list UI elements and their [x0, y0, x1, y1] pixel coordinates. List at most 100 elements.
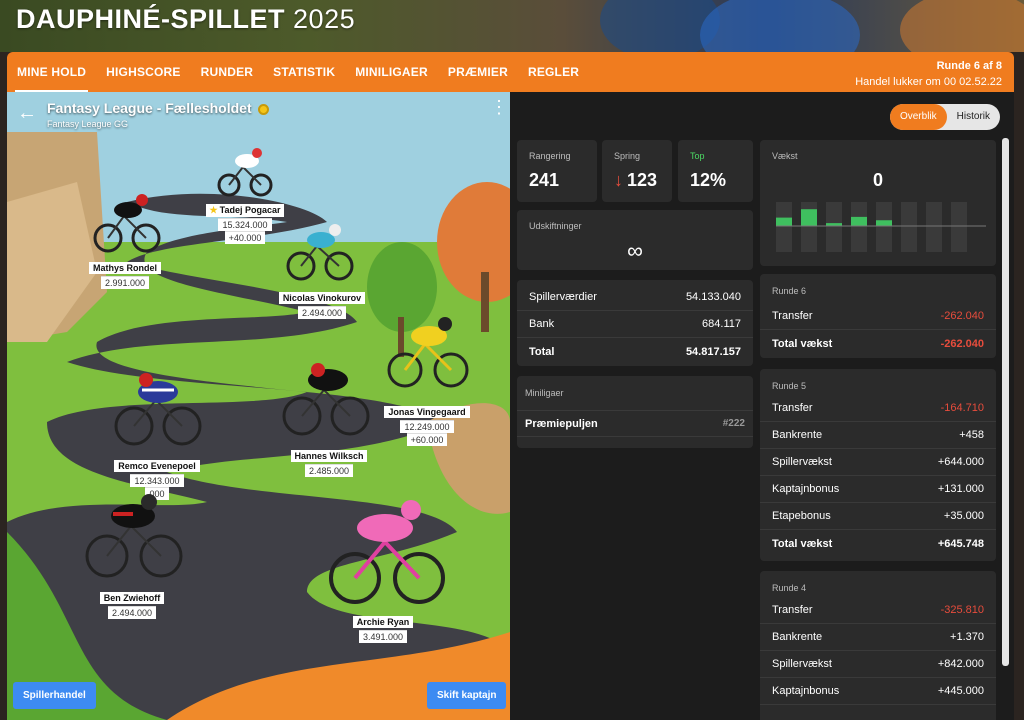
nav-regler[interactable]: REGLER	[518, 65, 589, 92]
rider-value: 2.485.000	[304, 464, 354, 477]
growth-bar-slot	[901, 202, 917, 252]
captain-star-icon: ★	[209, 205, 218, 215]
rider-value: 2.991.000	[100, 276, 150, 289]
rider-label-rondel: Mathys Rondel 2.991.000	[75, 258, 175, 289]
growth-bar	[776, 217, 792, 226]
rider-evenepoel-icon[interactable]	[112, 368, 204, 448]
round-row: Spillervækst +644.000	[760, 449, 996, 476]
round-row: Kaptajnbonus +445.000	[760, 678, 996, 705]
round-row: Spillervækst +842.000	[760, 651, 996, 678]
round-card-4: Runde 4 Transfer -325.810 Bankrente +1.370…	[760, 571, 996, 720]
scrollbar[interactable]	[1002, 138, 1009, 666]
round-title: Runde 5	[772, 381, 807, 391]
rider-value: 2.494.000	[107, 606, 157, 619]
rider-value: 12.343.000	[130, 474, 184, 487]
round-row: Bankrente +1.370	[760, 624, 996, 651]
growth-value: 0	[872, 170, 883, 190]
jump-label: Spring	[614, 151, 641, 161]
jump-value-wrap: ↓ 123	[614, 170, 657, 191]
growth-bar	[851, 216, 867, 226]
rank-card: Rangering 241	[517, 140, 597, 202]
toggle-overview[interactable]: Overblik	[889, 104, 947, 130]
growth-card: Vækst 0	[760, 140, 996, 266]
round-card-5: Runde 5 Transfer -164.710 Bankrente +458 S…	[760, 369, 996, 561]
overview-panel: Overblik Historik Rangering 241 Spring ↓…	[510, 92, 1014, 720]
nav-praemier[interactable]: PRÆMIER	[438, 65, 518, 92]
league-name: Fantasy League GG	[47, 119, 129, 129]
minileagues-card: Miniligaer Præmiepuljen #222	[517, 376, 753, 448]
minileagues-title: Miniligaer	[525, 388, 564, 398]
growth-bar-slot	[876, 202, 892, 252]
growth-bar-slot	[926, 202, 942, 252]
rider-ryan-icon[interactable]	[327, 496, 445, 608]
round-row-total: Total vækst -262.040	[772, 337, 984, 350]
rider-name: ★ Tadej Pogacar	[205, 204, 285, 217]
round-row: Bankrente +458	[760, 422, 996, 449]
rider-zwiehoff-icon[interactable]	[83, 490, 183, 580]
jump-card: Spring ↓ 123	[602, 140, 672, 202]
round-title: Runde 6	[772, 286, 807, 296]
minileague-rank: #222	[722, 418, 745, 429]
top-label: Top	[690, 151, 705, 161]
view-toggle: Overblik Historik	[889, 104, 1000, 130]
round-row: Transfer -262.040	[760, 303, 996, 330]
growth-label: Vækst	[772, 151, 798, 161]
round-row: Kaptajnbonus +131.000	[760, 476, 996, 503]
change-captain-button[interactable]: Skift kaptajn	[427, 682, 507, 709]
rider-value: 3.491.000	[358, 630, 408, 643]
rider-delta: +60.000	[406, 433, 448, 446]
value-row-total: Total 54.817.157	[529, 345, 741, 358]
banner-photo-shape	[700, 0, 860, 52]
rider-name: Mathys Rondel	[88, 262, 161, 274]
nav-runder[interactable]: RUNDER	[191, 65, 264, 92]
minileague-name: Præmiepuljen	[525, 417, 598, 430]
rider-pogacar-icon[interactable]	[217, 147, 273, 197]
rider-name: Nicolas Vinokurov	[278, 292, 366, 304]
rider-wilksch-icon[interactable]	[282, 358, 370, 438]
rank-value: 241	[529, 170, 560, 190]
round-row: Etapebonus +35.000	[760, 503, 996, 530]
growth-chart	[776, 202, 986, 252]
growth-bar-slot	[776, 202, 792, 252]
arrow-down-icon: ↓	[614, 170, 623, 190]
banner-photo-shape	[900, 0, 1024, 52]
toggle-history[interactable]: Historik	[947, 104, 1000, 130]
rider-label-vingegaard: Jonas Vingegaard 12.249.000 +60.000	[377, 402, 477, 446]
nav-highscore[interactable]: HIGHSCORE	[96, 65, 190, 92]
nav-mine-hold[interactable]: MINE HOLD	[7, 65, 96, 92]
value-row: Spillerværdier 54.133.040	[517, 284, 753, 311]
minileague-row[interactable]: Præmiepuljen #222	[517, 410, 753, 437]
round-row-total: Total vækst +645.748	[772, 537, 984, 550]
rider-label-pogacar: ★ Tadej Pogacar 15.324.000 +40.000	[195, 200, 295, 244]
growth-bar-slot	[851, 202, 867, 252]
rider-rondel-icon[interactable]	[92, 192, 162, 254]
rider-value: 12.249.000	[400, 420, 454, 433]
team-pitch: ← Fantasy League - Fællesholdet Fantasy …	[7, 92, 510, 720]
brand-logo: DAUPHINÉ-SPILLET 2025	[16, 4, 355, 35]
main-nav: MINE HOLD HIGHSCORE RUNDER STATISTIK MIN…	[7, 52, 1014, 92]
trade-button[interactable]: Spillerhandel	[13, 682, 96, 709]
growth-bar	[876, 220, 892, 226]
rider-vingegaard-icon[interactable]	[385, 314, 471, 390]
rider-vinokurov-icon[interactable]	[285, 222, 355, 282]
back-arrow-icon[interactable]: ←	[17, 103, 37, 124]
nav-statistik[interactable]: STATISTIK	[263, 65, 345, 92]
rider-value: 15.324.000	[218, 218, 272, 231]
rider-name: Hannes Wilksch	[290, 450, 368, 462]
round-row: Transfer -164.710	[760, 395, 996, 422]
subs-value: ∞	[627, 238, 643, 263]
coin-icon	[257, 103, 269, 115]
more-vert-icon[interactable]: ⋮	[490, 98, 508, 116]
brand-name: DAUPHINÉ-SPILLET	[16, 4, 286, 34]
rider-label-zwiehoff: Ben Zwiehoff 2.494.000	[82, 588, 182, 619]
rider-name: Ben Zwiehoff	[99, 592, 165, 604]
trade-deadline: Handel lukker om 00 02.52.22	[855, 76, 1002, 88]
rider-label-wilksch: Hannes Wilksch 2.485.000	[279, 446, 379, 477]
nav-miniligaer[interactable]: MINILIGAER	[345, 65, 438, 92]
round-card-6: Runde 6 Transfer -262.040 Total vækst -262…	[760, 274, 996, 358]
round-row: Transfer -325.810	[760, 597, 996, 624]
team-name: Fantasy League - Fællesholdet	[47, 100, 252, 116]
rider-name: Remco Evenepoel	[114, 460, 200, 472]
round-title: Runde 4	[772, 583, 807, 593]
value-row: Bank 684.117	[517, 311, 753, 338]
